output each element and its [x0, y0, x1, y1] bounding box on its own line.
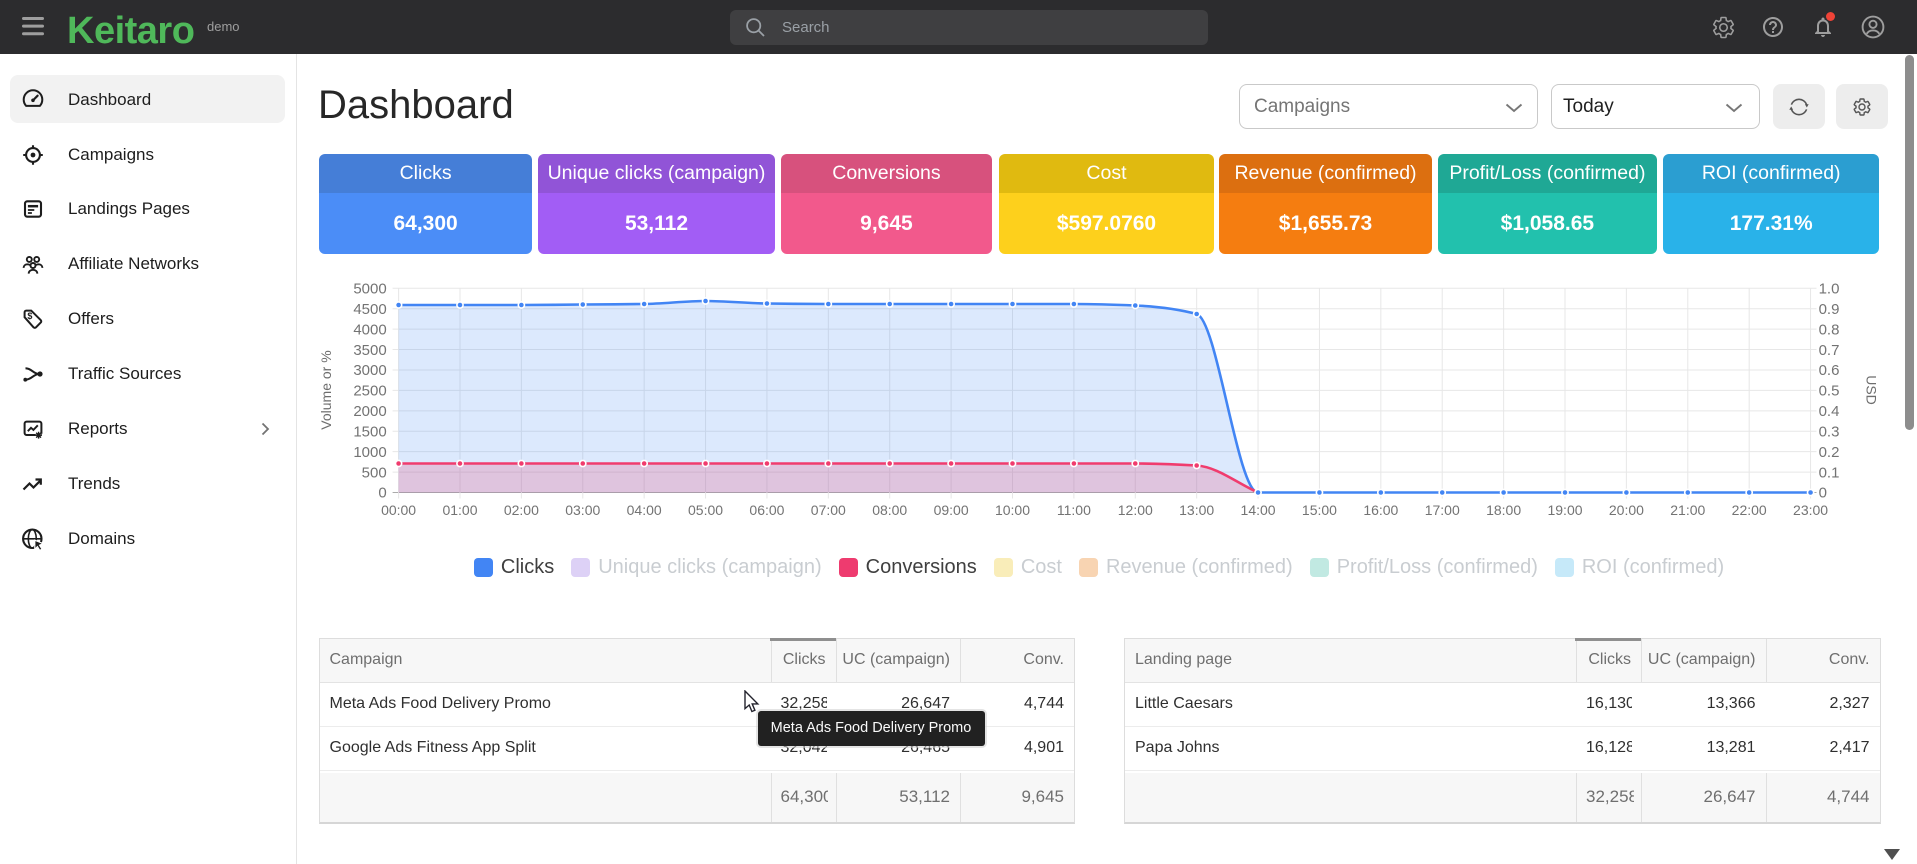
- svg-text:12:00: 12:00: [1118, 502, 1153, 518]
- svg-text:17:00: 17:00: [1425, 502, 1460, 518]
- svg-text:13:00: 13:00: [1179, 502, 1214, 518]
- svg-text:3000: 3000: [353, 362, 386, 379]
- svg-text:0.8: 0.8: [1819, 321, 1840, 338]
- svg-text:0.9: 0.9: [1819, 301, 1840, 318]
- svg-text:00:00: 00:00: [381, 502, 416, 518]
- svg-text:4500: 4500: [353, 301, 386, 318]
- svg-text:USD: USD: [1864, 375, 1880, 405]
- svg-text:3500: 3500: [353, 342, 386, 359]
- svg-text:06:00: 06:00: [749, 502, 784, 518]
- svg-text:04:00: 04:00: [627, 502, 662, 518]
- svg-text:2000: 2000: [353, 403, 386, 420]
- svg-text:11:00: 11:00: [1057, 502, 1091, 518]
- svg-text:1000: 1000: [353, 444, 386, 461]
- svg-text:0.7: 0.7: [1819, 342, 1840, 359]
- svg-text:0: 0: [378, 485, 386, 502]
- svg-text:2500: 2500: [353, 383, 386, 400]
- svg-text:1500: 1500: [353, 423, 386, 440]
- svg-text:0.4: 0.4: [1819, 403, 1840, 420]
- svg-text:08:00: 08:00: [872, 502, 907, 518]
- svg-text:05:00: 05:00: [688, 502, 723, 518]
- svg-text:09:00: 09:00: [934, 502, 969, 518]
- svg-text:15:00: 15:00: [1302, 502, 1337, 518]
- svg-text:Volume or %: Volume or %: [318, 350, 334, 429]
- svg-text:16:00: 16:00: [1363, 502, 1398, 518]
- svg-text:0.3: 0.3: [1819, 423, 1840, 440]
- svg-text:$: $: [27, 311, 32, 321]
- svg-text:500: 500: [362, 464, 387, 481]
- svg-text:02:00: 02:00: [504, 502, 539, 518]
- svg-text:19:00: 19:00: [1547, 502, 1582, 518]
- svg-text:20:00: 20:00: [1609, 502, 1644, 518]
- svg-text:14:00: 14:00: [1241, 502, 1276, 518]
- svg-text:23:00: 23:00: [1793, 502, 1828, 518]
- svg-text:03:00: 03:00: [565, 502, 600, 518]
- svg-text:5000: 5000: [353, 281, 386, 298]
- svg-text:0.1: 0.1: [1819, 464, 1840, 481]
- svg-text:0.6: 0.6: [1819, 362, 1840, 379]
- svg-text:07:00: 07:00: [811, 502, 846, 518]
- svg-text:1.0: 1.0: [1819, 281, 1840, 298]
- svg-text:0.2: 0.2: [1819, 444, 1840, 461]
- svg-text:22:00: 22:00: [1732, 502, 1767, 518]
- svg-text:0: 0: [1819, 485, 1827, 502]
- svg-text:0.5: 0.5: [1819, 383, 1840, 400]
- svg-text:4000: 4000: [353, 321, 386, 338]
- svg-text:18:00: 18:00: [1486, 502, 1521, 518]
- svg-text:21:00: 21:00: [1670, 502, 1705, 518]
- svg-text:01:00: 01:00: [442, 502, 477, 518]
- svg-text:10:00: 10:00: [995, 502, 1030, 518]
